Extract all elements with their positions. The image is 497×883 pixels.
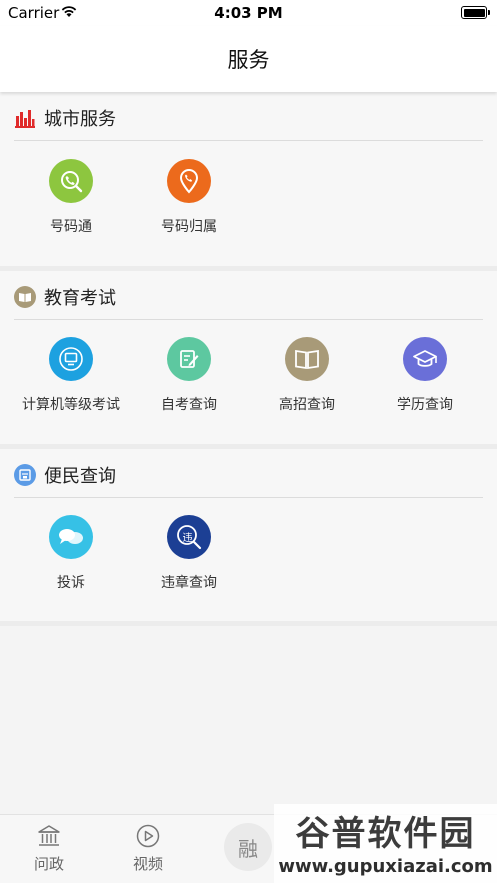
tab-label: 问政	[33, 855, 64, 873]
chat-bubbles-icon	[49, 515, 93, 559]
tab-video[interactable]: 视频	[113, 823, 183, 874]
tab-wenzheng[interactable]: 问政	[14, 823, 84, 874]
watermark: 谷普软件园 www.gupuxiazai.com	[274, 804, 497, 883]
section-header: 便民查询	[14, 463, 116, 487]
service-label: 号码通	[50, 219, 92, 235]
watermark-url: www.gupuxiazai.com	[278, 856, 493, 877]
section-title: 便民查询	[44, 466, 116, 487]
clock: 4:03 PM	[214, 4, 283, 22]
violation-badge: 违	[182, 532, 193, 544]
section-title: 城市服务	[44, 109, 116, 130]
book-icon	[285, 337, 329, 381]
service-label: 投诉	[57, 575, 85, 591]
service-item-number-location[interactable]: 号码归属	[130, 159, 248, 236]
service-item-education-record[interactable]: 学历查询	[366, 337, 484, 414]
service-label: 号码归属	[161, 219, 217, 235]
nav-bar: 服务	[0, 26, 497, 92]
section-public-inquiry: 便民查询 投诉 违 违章查询	[0, 449, 497, 626]
divider	[14, 319, 483, 320]
service-window-icon	[14, 464, 36, 486]
service-item-computer-exam[interactable]: 计算机等级考试	[12, 337, 130, 414]
service-label: 学历查询	[397, 397, 453, 413]
section-city-services: 城市服务 号码通 号码归属	[0, 92, 497, 271]
service-label: 高招查询	[279, 397, 335, 413]
tab-rong-center-button[interactable]: 融	[224, 823, 272, 871]
service-item-college-admission[interactable]: 高招查询	[248, 337, 366, 414]
service-label: 违章查询	[161, 575, 217, 591]
section-education-exams: 教育考试 计算机等级考试 自考查询 高招查询 学历查询	[0, 271, 497, 449]
battery-icon	[461, 6, 490, 19]
divider	[14, 140, 483, 141]
watermark-title: 谷普软件园	[295, 814, 476, 854]
service-label: 计算机等级考试	[22, 397, 120, 413]
play-circle-icon	[136, 824, 160, 848]
violation-search-icon: 违	[167, 515, 211, 559]
government-building-icon	[38, 825, 60, 846]
section-header: 城市服务	[14, 106, 116, 130]
service-item-number-lookup[interactable]: 号码通	[12, 159, 130, 236]
service-item-complaint[interactable]: 投诉	[12, 515, 130, 592]
phone-search-icon	[49, 159, 93, 203]
section-header: 教育考试	[14, 285, 116, 309]
graduation-cap-icon	[403, 337, 447, 381]
edit-note-icon	[167, 337, 211, 381]
divider	[14, 497, 483, 498]
service-item-violation-query[interactable]: 违 违章查询	[130, 515, 248, 592]
city-skyline-icon	[15, 110, 35, 128]
section-title: 教育考试	[44, 288, 116, 309]
tab-label: 视频	[132, 855, 163, 873]
status-bar: Carrier 4:03 PM	[0, 0, 497, 26]
page-title: 服务	[227, 48, 270, 72]
service-label: 自考查询	[161, 397, 217, 413]
computer-icon	[49, 337, 93, 381]
book-icon	[14, 286, 36, 308]
service-item-self-exam[interactable]: 自考查询	[130, 337, 248, 414]
phone-location-icon	[167, 159, 211, 203]
